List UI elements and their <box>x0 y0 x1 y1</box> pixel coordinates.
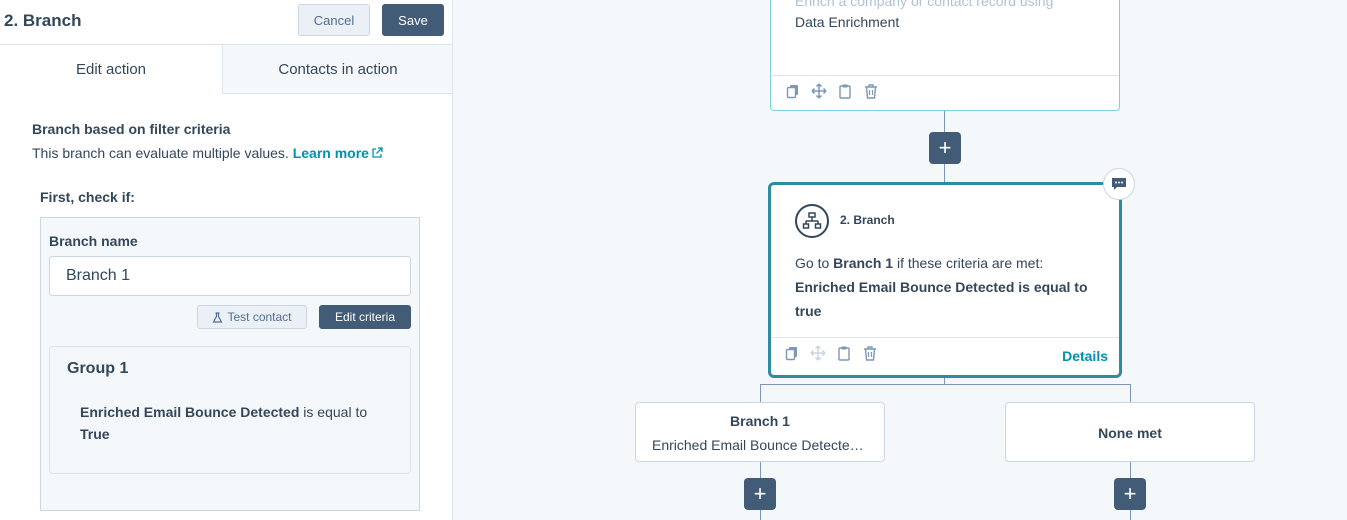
edit-criteria-button[interactable]: Edit criteria <box>319 305 411 329</box>
branch-1-card[interactable]: Branch 1 Enriched Email Bounce Detected … <box>635 402 885 462</box>
copy-icon[interactable] <box>784 345 800 361</box>
connector-line <box>760 384 761 402</box>
branch-container: Branch name Test contact Edit criteria G… <box>40 217 420 511</box>
branch-subtitle: Enriched Email Bounce Detected is equal … <box>652 437 870 453</box>
branch-name-input[interactable] <box>49 256 411 296</box>
branch-name-label: Branch name <box>49 233 138 249</box>
learn-more-label: Learn more <box>292 145 369 161</box>
cancel-button[interactable]: Cancel <box>298 4 370 36</box>
add-action-button[interactable]: + <box>1114 478 1146 510</box>
group-criteria: Enriched Email Bounce Detected is equal … <box>80 401 400 445</box>
workflow-canvas[interactable]: Enrich a company or contact record using… <box>454 0 1347 520</box>
comment-icon <box>1112 178 1126 190</box>
test-contact-button[interactable]: Test contact <box>197 305 307 329</box>
add-action-button[interactable]: + <box>744 478 776 510</box>
criteria-operator: is equal to <box>299 404 368 420</box>
panel-title: 2. Branch <box>4 11 82 30</box>
section-title: Branch based on filter criteria <box>32 121 231 137</box>
group-title: Group 1 <box>67 360 129 377</box>
clipboard-icon[interactable] <box>837 83 853 99</box>
criteria-met-text: if these criteria are met: <box>893 255 1044 271</box>
criteria-property: Enriched Email Bounce Detected <box>80 404 300 420</box>
branch-action-card[interactable]: 2. Branch Go to Branch 1 if these criter… <box>768 182 1122 378</box>
action-description-continued: Data Enrichment <box>795 14 900 30</box>
action-description: Enrich a company or contact record using <box>795 0 1054 9</box>
none-met-card[interactable]: None met <box>1005 402 1255 462</box>
card-divider <box>771 75 1119 76</box>
panel-tabs: Edit action Contacts in action <box>0 44 452 94</box>
first-check-label: First, check if: <box>40 189 135 205</box>
trash-icon[interactable] <box>863 83 879 99</box>
move-icon[interactable] <box>810 345 826 361</box>
card-toolbar <box>785 83 879 99</box>
move-icon[interactable] <box>811 83 827 99</box>
learn-more-link[interactable]: Learn more <box>293 145 383 161</box>
comment-button[interactable] <box>1103 168 1135 200</box>
details-link[interactable]: Details <box>1062 348 1108 364</box>
branch-icon <box>795 204 829 238</box>
clipboard-icon[interactable] <box>836 345 852 361</box>
copy-icon[interactable] <box>785 83 801 99</box>
trash-icon[interactable] <box>862 345 878 361</box>
external-link-icon <box>372 147 383 158</box>
section-description: This branch can evaluate multiple values… <box>32 145 383 161</box>
branch-card-body: Go to Branch 1 if these criteria are met… <box>795 251 1095 323</box>
go-to-text: Go to <box>795 255 834 271</box>
criteria-group-card: Group 1 Enriched Email Bounce Detected i… <box>49 346 411 474</box>
branch-title: None met <box>1098 425 1162 441</box>
add-action-button[interactable]: + <box>929 132 961 164</box>
panel-header: 2. Branch Cancel Save <box>0 0 452 44</box>
branch-card-title: 2. Branch <box>840 213 895 227</box>
connector-line <box>1130 384 1131 402</box>
card-toolbar <box>784 345 878 361</box>
test-contact-label: Test contact <box>227 310 292 324</box>
tab-edit-action[interactable]: Edit action <box>0 44 222 94</box>
section-description-text: This branch can evaluate multiple values… <box>32 145 289 161</box>
branch-title: Branch 1 <box>730 413 790 429</box>
data-enrichment-action-card[interactable]: Enrich a company or contact record using… <box>770 0 1120 111</box>
branch-criteria-text: Enriched Email Bounce Detected is equal … <box>795 279 1088 319</box>
save-button[interactable]: Save <box>382 4 444 36</box>
criteria-value: True <box>80 426 110 442</box>
action-panel: 2. Branch Cancel Save Edit action Contac… <box>0 0 453 520</box>
branch-name-text: Branch 1 <box>833 255 894 271</box>
card-divider <box>771 337 1119 338</box>
connector-line <box>760 384 1130 385</box>
tab-contacts-in-action[interactable]: Contacts in action <box>222 44 452 94</box>
flask-icon <box>212 311 223 323</box>
